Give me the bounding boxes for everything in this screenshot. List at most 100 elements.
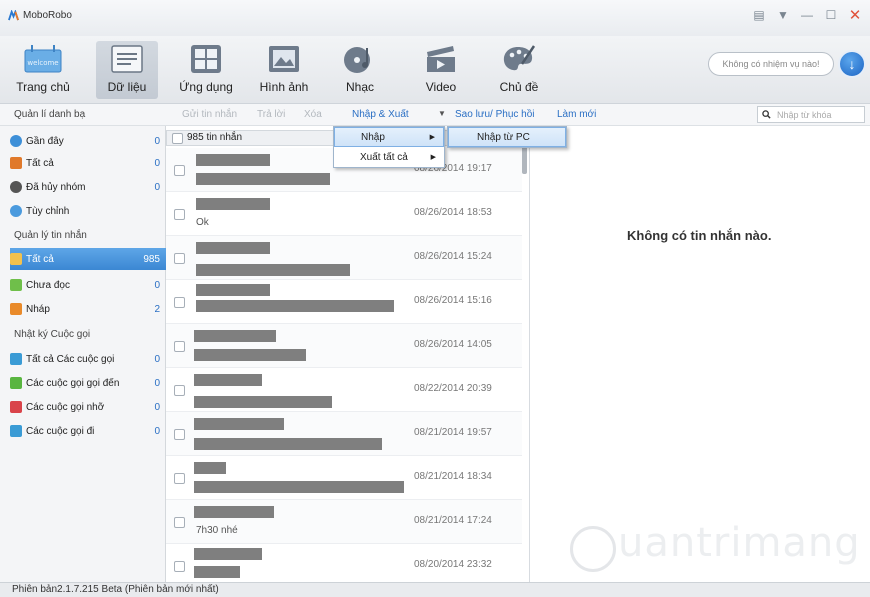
all-contacts-icon bbox=[10, 157, 22, 169]
row-checkbox[interactable] bbox=[174, 517, 185, 528]
apps-icon bbox=[191, 45, 221, 73]
row-checkbox[interactable] bbox=[174, 253, 185, 264]
minimize-icon[interactable]: — bbox=[800, 8, 814, 22]
table-row[interactable]: 08/21/2014 19:57 bbox=[166, 412, 522, 456]
row-checkbox[interactable] bbox=[174, 341, 185, 352]
toolbar-theme-button[interactable]: Chủ đề bbox=[488, 44, 550, 94]
menu-item-import-from-pc[interactable]: Nhập từ PC bbox=[448, 127, 566, 147]
missed-call-icon bbox=[10, 401, 22, 413]
sidebar-item-ungrouped[interactable]: Đã hủy nhóm 0 bbox=[10, 176, 166, 198]
sidebar-item-outgoing-calls[interactable]: Các cuộc gọi đi 0 bbox=[10, 420, 166, 442]
sidebar-item-drafts[interactable]: Nháp 2 bbox=[10, 298, 166, 320]
select-all-checkbox[interactable] bbox=[172, 133, 183, 144]
backup-restore-button[interactable]: Sao lưu/ Phục hồi bbox=[455, 109, 535, 120]
redacted-sender bbox=[194, 506, 274, 518]
sidebar-item-count: 0 bbox=[154, 425, 160, 437]
row-checkbox[interactable] bbox=[174, 473, 185, 484]
table-row[interactable]: 08/22/2014 20:39 bbox=[166, 368, 522, 412]
image-icon bbox=[269, 46, 299, 72]
redacted-content bbox=[194, 349, 306, 361]
delete-button[interactable]: Xóa bbox=[304, 109, 322, 120]
sidebar-item-label: Chưa đọc bbox=[26, 279, 70, 291]
sidebar-item-unread[interactable]: Chưa đọc 0 bbox=[10, 274, 166, 296]
sidebar-item-recent[interactable]: Gần đây 0 bbox=[10, 130, 166, 152]
sidebar-item-label: Các cuộc gọi gọi đến bbox=[26, 377, 120, 389]
menu-item-import[interactable]: Nhập ▶ bbox=[334, 127, 444, 147]
sidebar-item-incoming-calls[interactable]: Các cuộc gọi gọi đến 0 bbox=[10, 372, 166, 394]
task-status-text: Không có nhiệm vụ nào! bbox=[722, 59, 820, 69]
sidebar-item-label: Các cuộc gọi đi bbox=[26, 425, 95, 437]
chevron-right-icon: ▶ bbox=[429, 134, 435, 141]
sidebar-item-label: Nháp bbox=[26, 303, 50, 315]
dropdown-icon[interactable]: ▼ bbox=[776, 8, 790, 22]
moborobo-logo-icon bbox=[8, 10, 19, 21]
redacted-content bbox=[196, 173, 330, 185]
toolbar-data-button[interactable]: Dữ liệu bbox=[96, 41, 158, 99]
redacted-sender bbox=[196, 242, 270, 254]
sidebar-item-all-messages[interactable]: Tất cả 985 bbox=[10, 248, 166, 270]
toolbar-home-label: Trang chủ bbox=[16, 80, 70, 94]
table-row[interactable]: 08/26/2014 15:16 bbox=[166, 280, 522, 324]
row-checkbox[interactable] bbox=[174, 561, 185, 572]
sidebar-item-count: 0 bbox=[154, 181, 160, 193]
toolbar-music-button[interactable]: Nhạc bbox=[329, 44, 391, 94]
sidebar-item-count: 0 bbox=[154, 377, 160, 389]
sidebar-item-label: Tùy chỉnh bbox=[26, 205, 70, 217]
redacted-sender bbox=[196, 154, 270, 166]
row-checkbox[interactable] bbox=[174, 209, 185, 220]
toolbar-apps-button[interactable]: Ứng dụng bbox=[175, 44, 237, 94]
version-text: Phiên bản2.1.7.215 Beta (Phiên bản mới n… bbox=[12, 584, 219, 595]
task-status-box[interactable]: Không có nhiệm vụ nào! bbox=[708, 52, 834, 76]
reply-button[interactable]: Trả lời bbox=[257, 109, 285, 120]
toolbar-video-button[interactable]: Video bbox=[410, 44, 472, 94]
sidebar-item-label: Tất cả bbox=[26, 253, 54, 265]
send-message-button[interactable]: Gửi tin nhắn bbox=[182, 109, 237, 120]
table-row[interactable]: 08/21/2014 18:34 bbox=[166, 456, 522, 500]
table-row[interactable]: 08/26/2014 15:24 bbox=[166, 236, 522, 280]
row-checkbox[interactable] bbox=[174, 429, 185, 440]
table-row[interactable]: 08/26/2014 14:05 bbox=[166, 324, 522, 368]
sidebar-item-all-calls[interactable]: Tất cả Các cuộc gọi 0 bbox=[10, 348, 166, 370]
message-date: 08/20/2014 23:32 bbox=[414, 559, 492, 570]
table-row[interactable]: Ok 08/26/2014 18:53 bbox=[166, 192, 522, 236]
redacted-content bbox=[196, 264, 350, 276]
sidebar-item-count: 0 bbox=[154, 279, 160, 291]
message-date: 08/26/2014 15:24 bbox=[414, 251, 492, 262]
close-icon[interactable]: ✕ bbox=[848, 7, 862, 24]
unread-icon bbox=[10, 279, 22, 291]
redacted-content bbox=[194, 396, 332, 408]
row-checkbox[interactable] bbox=[174, 385, 185, 396]
message-date: 08/22/2014 20:39 bbox=[414, 383, 492, 394]
menu-icon[interactable]: ▤ bbox=[752, 8, 766, 22]
sidebar-item-count: 0 bbox=[154, 353, 160, 365]
draft-icon bbox=[10, 303, 22, 315]
keyword-search-input[interactable]: Nhập từ khóa bbox=[757, 106, 865, 123]
calls-section-title: Nhật ký Cuộc gọi bbox=[14, 329, 91, 340]
sidebar-item-missed-calls[interactable]: Các cuộc gọi nhỡ 0 bbox=[10, 396, 166, 418]
custom-group-icon bbox=[10, 205, 22, 217]
import-export-button[interactable]: Nhập & Xuất bbox=[352, 109, 409, 120]
table-row[interactable]: 7h30 nhé 08/21/2014 17:24 bbox=[166, 500, 522, 544]
download-icon[interactable]: ↓ bbox=[838, 50, 866, 78]
message-preview: Ok bbox=[196, 217, 209, 228]
toolbar-image-button[interactable]: Hình ảnh bbox=[253, 44, 315, 94]
sidebar-item-custom[interactable]: Tùy chỉnh bbox=[10, 200, 166, 222]
redacted-sender bbox=[196, 284, 270, 296]
refresh-button[interactable]: Làm mới bbox=[557, 109, 596, 120]
scrollbar-thumb[interactable] bbox=[522, 146, 527, 174]
toolbar-data-label: Dữ liệu bbox=[107, 80, 147, 94]
sidebar-item-label: Đã hủy nhóm bbox=[26, 181, 86, 193]
row-checkbox[interactable] bbox=[174, 165, 185, 176]
toolbar-home-button[interactable]: welcome Trang chủ bbox=[12, 44, 74, 94]
menu-item-label: Xuất tất cả bbox=[360, 151, 408, 163]
message-date: 08/21/2014 19:57 bbox=[414, 427, 492, 438]
table-row[interactable]: 08/20/2014 23:32 bbox=[166, 544, 522, 582]
message-date: 08/21/2014 18:34 bbox=[414, 471, 492, 482]
welcome-icon: welcome bbox=[24, 45, 62, 73]
menu-item-export-all[interactable]: Xuất tất cả ▶ bbox=[334, 147, 444, 167]
row-checkbox[interactable] bbox=[174, 297, 185, 308]
message-detail-pane: Không có tin nhắn nào. bbox=[531, 126, 870, 582]
sidebar-item-all-contacts[interactable]: Tất cả 0 bbox=[10, 152, 166, 174]
maximize-icon[interactable]: ☐ bbox=[824, 8, 838, 22]
search-icon bbox=[762, 110, 771, 119]
